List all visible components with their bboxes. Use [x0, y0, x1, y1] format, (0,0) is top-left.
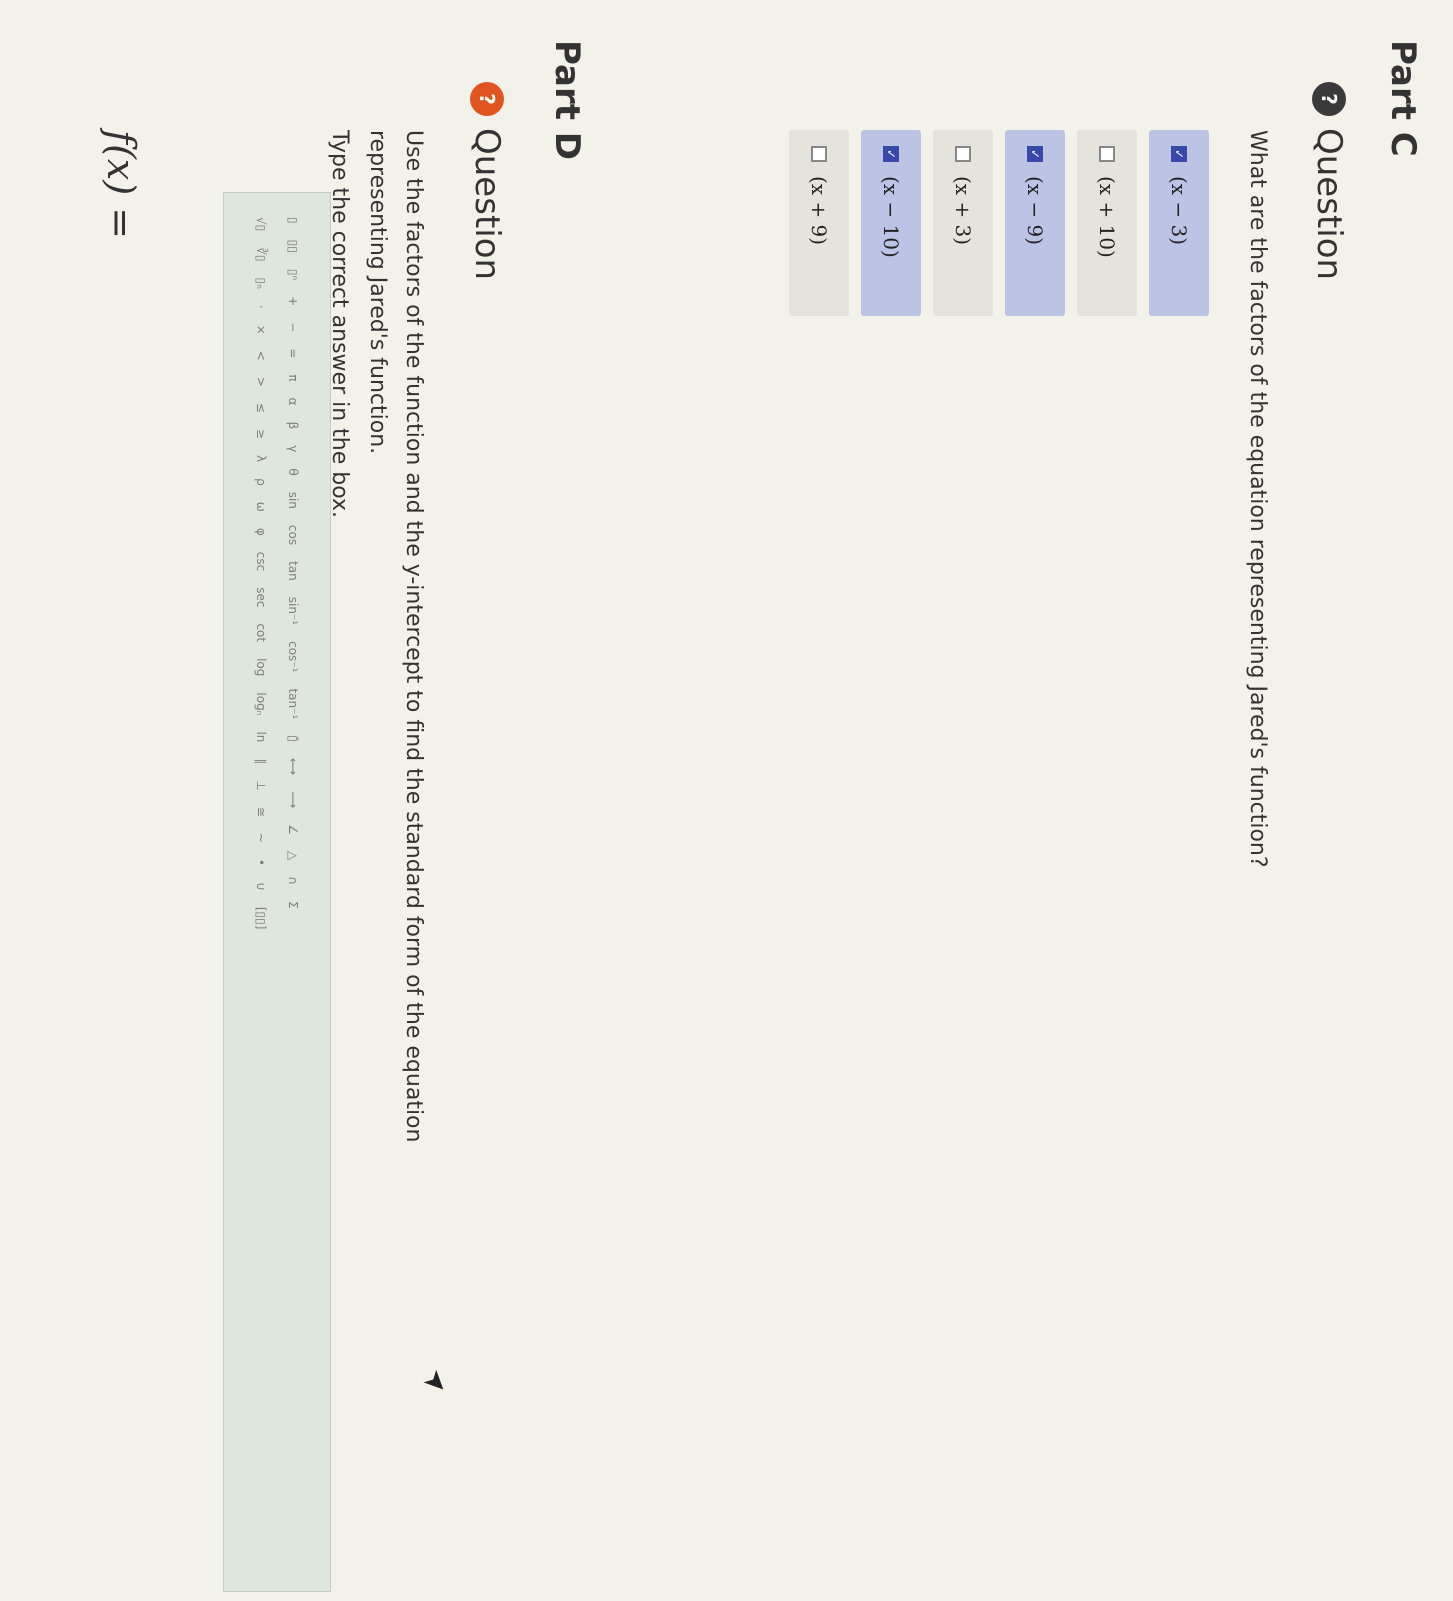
part-d-prompt: Use the factors of the function and the … [365, 130, 426, 1143]
option-label: (x − 9) [1023, 176, 1047, 246]
math-editor-toolbar: ▯ ▯▯ ▯ⁿ + − = π α β γ θ sin cos tan sin⁻¹ cos⁻¹ tan⁻¹ ▯̄ ⟷… [223, 192, 331, 1592]
toolbar-button[interactable]: ρ [245, 478, 277, 486]
toolbar-button[interactable]: β [277, 422, 309, 430]
option-label: (x + 3) [951, 176, 975, 246]
toolbar-button[interactable]: ∪ [245, 882, 277, 891]
option-5[interactable]: ✓ (x − 10) [861, 130, 921, 316]
toolbar-button[interactable]: △ [277, 851, 309, 860]
question-label: Question [467, 128, 507, 281]
toolbar-button[interactable]: φ [245, 528, 277, 536]
toolbar-button[interactable]: · [245, 305, 277, 309]
toolbar-button[interactable]: × [245, 325, 277, 335]
toolbar-button[interactable]: • [245, 859, 277, 866]
toolbar-button[interactable]: ∠ [277, 824, 309, 835]
toolbar-button[interactable]: ▯ₙ [245, 278, 277, 289]
part-c-prompt: What are the factors of the equation rep… [1245, 130, 1270, 868]
toolbar-button[interactable]: ∩ [277, 876, 309, 885]
option-label: (x + 9) [807, 176, 831, 246]
option-label: (x + 10) [1095, 176, 1119, 258]
toolbar-button[interactable]: ▯ [277, 217, 309, 224]
toolbar-button[interactable]: > [245, 377, 277, 387]
toolbar-row-2: √▯ ∛▯ ▯ₙ · × < > ≤ ≥ λ ρ ω φ csc sec cot log logₙ ln ∥ ⊥ ≅ ~ • ∪… [245, 217, 277, 1567]
part-c-title: Part C [1383, 40, 1423, 157]
toolbar-button[interactable]: ≅ [245, 807, 277, 817]
toolbar-button[interactable]: λ [245, 455, 277, 462]
toolbar-button[interactable]: csc [245, 552, 277, 571]
help-icon: ? [470, 82, 504, 116]
toolbar-button[interactable]: sin [277, 492, 309, 509]
toolbar-button[interactable]: ω [245, 502, 277, 512]
part-d-question-header: ? Question [467, 82, 507, 280]
toolbar-button[interactable]: Σ [277, 901, 309, 909]
toolbar-button[interactable]: cos [277, 525, 309, 545]
factor-options: ✓ (x − 3) ✓ (x + 10) ✓ (x − 9) ✓ (x + 3) ✓ (x… [777, 130, 1209, 316]
toolbar-button[interactable]: logₙ [245, 692, 277, 715]
toolbar-button[interactable]: ▯ⁿ [277, 269, 309, 280]
toolbar-button[interactable]: cot [245, 623, 277, 642]
page: Part C ? Question What are the factors o… [0, 0, 1453, 1601]
toolbar-button[interactable]: ∛▯ [245, 247, 277, 261]
toolbar-button[interactable]: √▯ [245, 217, 277, 231]
toolbar-button[interactable]: sin⁻¹ [277, 597, 309, 625]
toolbar-button[interactable]: θ [277, 468, 309, 475]
toolbar-button[interactable]: log [245, 658, 277, 676]
toolbar-button[interactable]: ⟶ [277, 791, 309, 808]
answer-input[interactable] [81, 210, 155, 1514]
toolbar-button[interactable]: ~ [245, 833, 277, 843]
toolbar-button[interactable]: cos⁻¹ [277, 641, 309, 672]
toolbar-button[interactable]: ⊥ [245, 780, 277, 790]
toolbar-button[interactable]: < [245, 351, 277, 361]
toolbar-button[interactable]: ln [245, 731, 277, 742]
checkbox-icon[interactable]: ✓ [1099, 146, 1115, 162]
part-d-title: Part D [547, 40, 587, 161]
toolbar-button[interactable]: [▯▯] [245, 907, 277, 930]
mouse-cursor-icon: ➤ [416, 1361, 457, 1402]
option-3[interactable]: ✓ (x − 9) [1005, 130, 1065, 316]
toolbar-button[interactable]: π [277, 374, 309, 381]
option-label: (x − 10) [879, 176, 903, 258]
option-4[interactable]: ✓ (x + 3) [933, 130, 993, 316]
help-icon: ? [1312, 82, 1346, 116]
option-1[interactable]: ✓ (x − 3) [1149, 130, 1209, 316]
option-6[interactable]: ✓ (x + 9) [789, 130, 849, 316]
checkbox-icon[interactable]: ✓ [955, 146, 971, 162]
checkbox-icon[interactable]: ✓ [1171, 146, 1187, 162]
toolbar-button[interactable]: tan⁻¹ [277, 688, 309, 719]
toolbar-button[interactable]: + [277, 296, 309, 306]
part-c-question-header: ? Question [1309, 82, 1349, 280]
toolbar-button[interactable]: γ [277, 445, 309, 452]
toolbar-button[interactable]: ▯▯ [277, 240, 309, 253]
toolbar-row-1: ▯ ▯▯ ▯ⁿ + − = π α β γ θ sin cos tan sin⁻¹ cos⁻¹ tan⁻¹ ▯̄ ⟷… [277, 217, 309, 1567]
toolbar-button[interactable]: ⟷ [277, 758, 309, 775]
toolbar-button[interactable]: ▯̄ [277, 735, 309, 742]
toolbar-button[interactable]: ∥ [245, 758, 277, 764]
toolbar-button[interactable]: − [277, 322, 309, 332]
question-label: Question [1309, 128, 1349, 281]
toolbar-button[interactable]: = [277, 348, 309, 358]
toolbar-button[interactable]: α [277, 398, 309, 406]
toolbar-button[interactable]: tan [277, 561, 309, 581]
toolbar-button[interactable]: ≥ [245, 429, 277, 439]
checkbox-icon[interactable]: ✓ [1027, 146, 1043, 162]
toolbar-button[interactable]: sec [245, 587, 277, 607]
option-label: (x − 3) [1167, 176, 1191, 246]
checkbox-icon[interactable]: ✓ [883, 146, 899, 162]
toolbar-button[interactable]: ≤ [245, 403, 277, 413]
checkbox-icon[interactable]: ✓ [811, 146, 827, 162]
option-2[interactable]: ✓ (x + 10) [1077, 130, 1137, 316]
